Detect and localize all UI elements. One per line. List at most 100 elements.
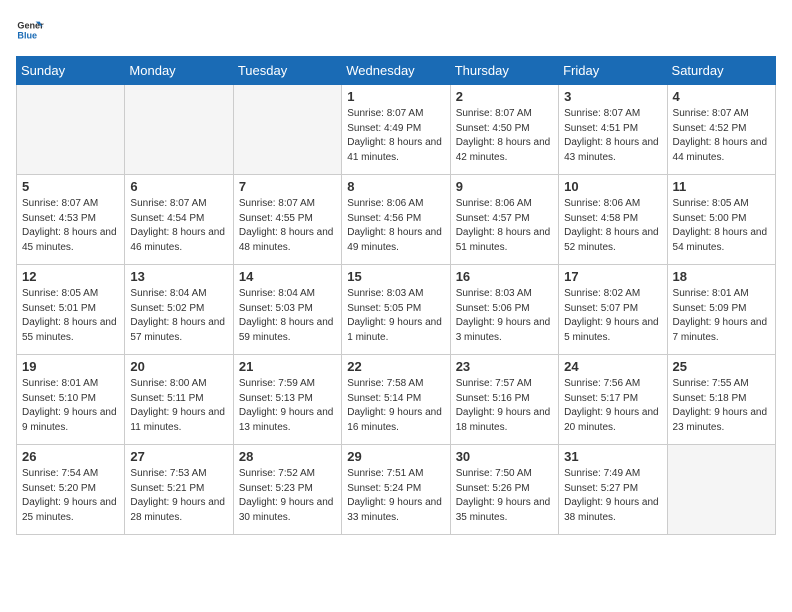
cell-info: Sunrise: 8:06 AMSunset: 4:58 PMDaylight:… [564,197,661,255]
day-number: 15 [347,269,444,284]
day-number: 27 [130,449,227,464]
calendar-cell [125,85,233,175]
day-number: 29 [347,449,444,464]
calendar-cell: 4 Sunrise: 8:07 AMSunset: 4:52 PMDaylight… [667,85,775,175]
calendar-cell: 16 Sunrise: 8:03 AMSunset: 5:06 PMDayligh… [450,265,558,355]
day-number: 14 [239,269,336,284]
calendar-cell: 10 Sunrise: 8:06 AMSunset: 4:58 PMDayligh… [559,175,667,265]
week-row-3: 12 Sunrise: 8:05 AMSunset: 5:01 PMDayligh… [17,265,776,355]
day-number: 30 [456,449,553,464]
day-number: 21 [239,359,336,374]
cell-info: Sunrise: 8:07 AMSunset: 4:55 PMDaylight:… [239,197,336,255]
calendar-cell: 22 Sunrise: 7:58 AMSunset: 5:14 PMDayligh… [342,355,450,445]
cell-info: Sunrise: 7:56 AMSunset: 5:17 PMDaylight:… [564,377,661,435]
cell-info: Sunrise: 7:54 AMSunset: 5:20 PMDaylight:… [22,467,119,525]
day-number: 11 [673,179,770,194]
day-number: 26 [22,449,119,464]
day-number: 8 [347,179,444,194]
day-number: 17 [564,269,661,284]
cell-info: Sunrise: 8:03 AMSunset: 5:05 PMDaylight:… [347,287,444,345]
calendar-cell: 25 Sunrise: 7:55 AMSunset: 5:18 PMDayligh… [667,355,775,445]
day-number: 24 [564,359,661,374]
calendar-cell: 27 Sunrise: 7:53 AMSunset: 5:21 PMDayligh… [125,445,233,535]
calendar-cell: 17 Sunrise: 8:02 AMSunset: 5:07 PMDayligh… [559,265,667,355]
cell-info: Sunrise: 7:59 AMSunset: 5:13 PMDaylight:… [239,377,336,435]
calendar-cell: 3 Sunrise: 8:07 AMSunset: 4:51 PMDaylight… [559,85,667,175]
day-number: 9 [456,179,553,194]
day-number: 1 [347,89,444,104]
cell-info: Sunrise: 8:05 AMSunset: 5:01 PMDaylight:… [22,287,119,345]
day-number: 12 [22,269,119,284]
cell-info: Sunrise: 8:07 AMSunset: 4:51 PMDaylight:… [564,107,661,165]
cell-info: Sunrise: 7:55 AMSunset: 5:18 PMDaylight:… [673,377,770,435]
cell-info: Sunrise: 8:07 AMSunset: 4:49 PMDaylight:… [347,107,444,165]
calendar-cell: 9 Sunrise: 8:06 AMSunset: 4:57 PMDaylight… [450,175,558,265]
cell-info: Sunrise: 7:49 AMSunset: 5:27 PMDaylight:… [564,467,661,525]
week-row-2: 5 Sunrise: 8:07 AMSunset: 4:53 PMDaylight… [17,175,776,265]
cell-info: Sunrise: 8:05 AMSunset: 5:00 PMDaylight:… [673,197,770,255]
calendar-cell: 18Sunrise: 8:01 AMSunset: 5:09 PMDayligh… [667,265,775,355]
calendar-cell [667,445,775,535]
day-number: 25 [673,359,770,374]
calendar-cell: 11 Sunrise: 8:05 AMSunset: 5:00 PMDayligh… [667,175,775,265]
day-number: 2 [456,89,553,104]
day-number: 31 [564,449,661,464]
day-number: 7 [239,179,336,194]
calendar-cell: 1 Sunrise: 8:07 AMSunset: 4:49 PMDaylight… [342,85,450,175]
week-row-1: 1 Sunrise: 8:07 AMSunset: 4:49 PMDaylight… [17,85,776,175]
cell-info: Sunrise: 8:06 AMSunset: 4:57 PMDaylight:… [456,197,553,255]
cell-info: Sunrise: 7:57 AMSunset: 5:16 PMDaylight:… [456,377,553,435]
cell-info: Sunrise: 7:58 AMSunset: 5:14 PMDaylight:… [347,377,444,435]
cell-info: Sunrise: 8:01 AMSunset: 5:10 PMDaylight:… [22,377,119,435]
logo-icon: General Blue [16,16,44,44]
header-day-thursday: Thursday [450,57,558,85]
day-number: 23 [456,359,553,374]
header-day-sunday: Sunday [17,57,125,85]
day-number: 4 [673,89,770,104]
calendar-cell: 12 Sunrise: 8:05 AMSunset: 5:01 PMDayligh… [17,265,125,355]
day-number: 10 [564,179,661,194]
cell-info: Sunrise: 8:04 AMSunset: 5:02 PMDaylight:… [130,287,227,345]
calendar-cell: 24 Sunrise: 7:56 AMSunset: 5:17 PMDayligh… [559,355,667,445]
day-number: 13 [130,269,227,284]
cell-info: Sunrise: 8:03 AMSunset: 5:06 PMDaylight:… [456,287,553,345]
calendar-cell: 15 Sunrise: 8:03 AMSunset: 5:05 PMDayligh… [342,265,450,355]
calendar-cell: 7 Sunrise: 8:07 AMSunset: 4:55 PMDaylight… [233,175,341,265]
day-number: 3 [564,89,661,104]
cell-info: Sunrise: 8:04 AMSunset: 5:03 PMDaylight:… [239,287,336,345]
day-number: 18 [673,269,770,284]
week-row-4: 19Sunrise: 8:01 AMSunset: 5:10 PMDayligh… [17,355,776,445]
cell-info: Sunrise: 7:51 AMSunset: 5:24 PMDaylight:… [347,467,444,525]
calendar-table: SundayMondayTuesdayWednesdayThursdayFrid… [16,56,776,535]
calendar-cell: 20Sunrise: 8:00 AMSunset: 5:11 PMDayligh… [125,355,233,445]
page-header: General Blue [16,16,776,44]
header-day-monday: Monday [125,57,233,85]
calendar-cell: 6 Sunrise: 8:07 AMSunset: 4:54 PMDaylight… [125,175,233,265]
header-day-friday: Friday [559,57,667,85]
cell-info: Sunrise: 8:07 AMSunset: 4:52 PMDaylight:… [673,107,770,165]
day-number: 5 [22,179,119,194]
header-day-tuesday: Tuesday [233,57,341,85]
header-day-saturday: Saturday [667,57,775,85]
header-row: SundayMondayTuesdayWednesdayThursdayFrid… [17,57,776,85]
calendar-cell: 5 Sunrise: 8:07 AMSunset: 4:53 PMDaylight… [17,175,125,265]
day-number: 28 [239,449,336,464]
calendar-cell: 26 Sunrise: 7:54 AMSunset: 5:20 PMDayligh… [17,445,125,535]
cell-info: Sunrise: 8:07 AMSunset: 4:50 PMDaylight:… [456,107,553,165]
day-number: 6 [130,179,227,194]
calendar-cell: 28 Sunrise: 7:52 AMSunset: 5:23 PMDayligh… [233,445,341,535]
cell-info: Sunrise: 7:52 AMSunset: 5:23 PMDaylight:… [239,467,336,525]
calendar-cell [17,85,125,175]
day-number: 22 [347,359,444,374]
cell-info: Sunrise: 8:07 AMSunset: 4:53 PMDaylight:… [22,197,119,255]
calendar-cell: 21 Sunrise: 7:59 AMSunset: 5:13 PMDayligh… [233,355,341,445]
cell-info: Sunrise: 8:07 AMSunset: 4:54 PMDaylight:… [130,197,227,255]
cell-info: Sunrise: 8:00 AMSunset: 5:11 PMDaylight:… [130,377,227,435]
calendar-cell: 29 Sunrise: 7:51 AMSunset: 5:24 PMDayligh… [342,445,450,535]
calendar-cell: 14 Sunrise: 8:04 AMSunset: 5:03 PMDayligh… [233,265,341,355]
cell-info: Sunrise: 7:53 AMSunset: 5:21 PMDaylight:… [130,467,227,525]
calendar-cell: 30Sunrise: 7:50 AMSunset: 5:26 PMDayligh… [450,445,558,535]
cell-info: Sunrise: 8:02 AMSunset: 5:07 PMDaylight:… [564,287,661,345]
calendar-cell: 8Sunrise: 8:06 AMSunset: 4:56 PMDaylight… [342,175,450,265]
day-number: 16 [456,269,553,284]
